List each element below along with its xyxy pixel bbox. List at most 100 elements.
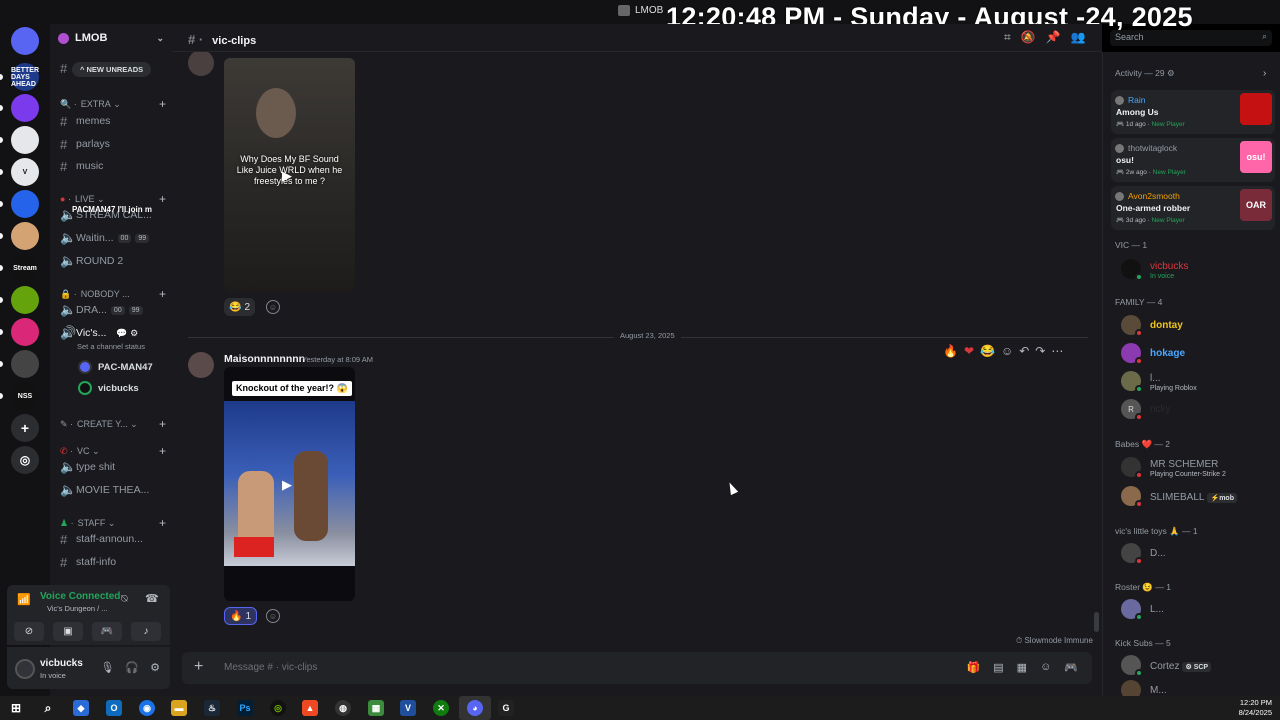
guild-header[interactable]: LMOB ⌄	[50, 24, 172, 52]
search-input[interactable]: Search ⌕	[1110, 30, 1272, 46]
voice-channel-path[interactable]: Vic's Dungeon / ...	[47, 604, 108, 613]
headphones-icon[interactable]: 🎧	[125, 661, 139, 674]
attach-plus-icon[interactable]: +	[194, 658, 203, 676]
add-channel-icon[interactable]: +	[159, 417, 166, 431]
emoji-icon[interactable]: ☺	[1040, 661, 1051, 674]
message-author[interactable]: Maisonnnnnnnn	[224, 353, 305, 365]
activities-button[interactable]: 🎮	[92, 622, 122, 641]
channel-music[interactable]: # music	[60, 156, 170, 176]
fire-reaction-icon[interactable]: 🔥	[943, 344, 958, 358]
xbox-icon[interactable]: ✕	[433, 700, 449, 716]
file-explorer-icon[interactable]: ▬	[171, 700, 187, 716]
server-icon-server-white[interactable]	[11, 126, 39, 154]
play-icon[interactable]: ▶	[282, 477, 298, 493]
disconnect-icon[interactable]: ☎	[145, 592, 159, 605]
server-icon-server-blue[interactable]	[11, 190, 39, 218]
category-live[interactable]: ● · LIVE ⌄ +	[60, 192, 170, 206]
add-reaction-icon[interactable]: ☺	[1001, 344, 1013, 358]
avatar[interactable]	[188, 52, 214, 76]
channel-staff-announcements[interactable]: # staff-announ...	[60, 529, 170, 549]
play-icon[interactable]: ▶	[282, 168, 298, 184]
member-hokage[interactable]: hokage	[1121, 341, 1185, 365]
member-slimeball[interactable]: SLIMEBALL ⚡mob	[1121, 484, 1237, 508]
video-embed[interactable]: Why Does My BF Sound Like Juice WRLD whe…	[224, 58, 355, 292]
member-mr-schemer[interactable]: MR SCHEMER Playing Counter-Strike 2	[1121, 455, 1226, 479]
obs-icon[interactable]: ◍	[335, 700, 351, 716]
server-icon-server-lmob[interactable]	[11, 350, 39, 378]
channel-round-2[interactable]: 🔈 ROUND 2	[60, 251, 170, 271]
heart-reaction-icon[interactable]: ❤	[964, 344, 974, 358]
outlook-icon[interactable]: O	[106, 700, 122, 716]
discover-icon[interactable]: ◎	[11, 446, 39, 474]
server-icon-server-purple[interactable]	[11, 94, 39, 122]
member-d[interactable]: D...	[1121, 541, 1166, 565]
search-icon[interactable]: ⌕	[40, 700, 56, 716]
nvidia-icon[interactable]: ◎	[270, 700, 286, 716]
screen-share-button[interactable]: ▣	[53, 622, 83, 641]
member-dontay[interactable]: dontay	[1121, 313, 1183, 337]
server-icon-server-nss[interactable]: NSS	[11, 382, 39, 410]
channel-action-icons[interactable]: 💬 ⚙	[116, 328, 138, 339]
reaction-fire[interactable]: 🔥 1	[224, 607, 258, 625]
soundboard-button[interactable]: ♪	[131, 622, 161, 641]
category-extra[interactable]: 🔍 · EXTRA ⌄ +	[60, 97, 170, 111]
photoshop-icon[interactable]: Ps	[237, 700, 253, 716]
channel-vics-dungeon[interactable]: 🔊 Vic's... 💬 ⚙	[60, 323, 170, 343]
steam-icon[interactable]: ♨	[204, 700, 220, 716]
voice-user-vicbucks[interactable]: vicbucks	[78, 378, 139, 398]
category-staff[interactable]: ♟ · STAFF ⌄ +	[60, 516, 170, 530]
discord-icon[interactable]: ◕	[467, 700, 483, 716]
forward-icon[interactable]: ↷	[1035, 344, 1045, 358]
activity-card[interactable]: Rain Among Us 🎮 1d ago · New Player	[1111, 90, 1275, 134]
voice-status[interactable]: Voice Connected	[40, 591, 120, 602]
member-list-icon[interactable]: 👥	[1071, 30, 1086, 45]
category-create[interactable]: ✎ · CREATE Y... ⌄ +	[60, 417, 170, 431]
noise-suppression-icon[interactable]: ⍉	[121, 593, 128, 606]
pin-icon[interactable]: 📌	[1046, 30, 1061, 45]
brave-icon[interactable]: ▲	[302, 700, 318, 716]
gift-icon[interactable]: 🎁	[967, 661, 981, 674]
chat-scrollbar[interactable]	[1094, 612, 1099, 632]
add-channel-icon[interactable]: +	[159, 192, 166, 206]
channel-memes[interactable]: # memes	[60, 111, 170, 131]
member-l[interactable]: l... Playing Roblox	[1121, 369, 1197, 393]
gear-icon[interactable]: ⚙	[150, 661, 160, 674]
add-channel-icon[interactable]: +	[159, 97, 166, 111]
store-icon[interactable]: ▦	[368, 700, 384, 716]
add-reaction-icon[interactable]: ☺	[266, 300, 280, 314]
more-icon[interactable]: ⋯	[1051, 344, 1063, 358]
chrome-icon[interactable]: ◉	[139, 700, 155, 716]
channel-type-shit[interactable]: 🔈 type shit	[60, 457, 170, 477]
reaction-laugh[interactable]: 😂 2	[224, 298, 256, 316]
member-l2[interactable]: L...	[1121, 597, 1164, 621]
server-icon-server-stream[interactable]: Stream	[11, 254, 39, 282]
server-icon-home[interactable]	[11, 27, 39, 55]
copilot-icon[interactable]: ◆	[73, 700, 89, 716]
reply-icon[interactable]: ↶	[1019, 344, 1029, 358]
channel-movie-theater[interactable]: 🔈 MOVIE THEA...	[60, 480, 170, 500]
member-ricky[interactable]: Rricky	[1121, 397, 1171, 421]
server-icon-server-girl[interactable]	[11, 222, 39, 250]
add-channel-icon[interactable]: +	[159, 444, 166, 458]
channel-parlays[interactable]: # parlays	[60, 134, 170, 154]
apps-icon[interactable]: 🎮	[1064, 661, 1078, 674]
activity-card[interactable]: Avon2smooth One-armed robber 🎮 3d ago · Ne…	[1111, 186, 1275, 230]
member-vicbucks[interactable]: vicbucks In voice	[1121, 257, 1188, 281]
member-m[interactable]: M...	[1121, 678, 1167, 696]
user-name[interactable]: vicbucks	[40, 658, 83, 669]
sticker-icon[interactable]: ▦	[1017, 661, 1027, 674]
system-clock[interactable]: 12:20 PM 8/24/2025	[1239, 698, 1272, 718]
video-embed[interactable]: Knockout of the year!? 😱 ▶	[224, 367, 355, 601]
channel-dra[interactable]: 🔈 DRA... 00 99	[60, 300, 170, 320]
channel-waiting[interactable]: 🔈 Waitin... 00 99	[60, 228, 170, 248]
server-icon-server-pink[interactable]	[11, 318, 39, 346]
add-channel-icon[interactable]: +	[159, 516, 166, 530]
server-icon-server-v[interactable]: V	[11, 158, 39, 186]
add-reaction-icon[interactable]: ☺	[266, 609, 280, 623]
new-unreads-pill[interactable]: ^ NEW UNREADS	[72, 62, 152, 77]
laugh-reaction-icon[interactable]: 😂	[980, 344, 995, 358]
avatar[interactable]	[15, 659, 35, 679]
chevron-right-icon[interactable]: ›	[1263, 68, 1266, 79]
add-server-icon[interactable]: +	[11, 414, 39, 442]
activity-card[interactable]: thotwitaglock osu! 🎮 2w ago · New Player os…	[1111, 138, 1275, 182]
